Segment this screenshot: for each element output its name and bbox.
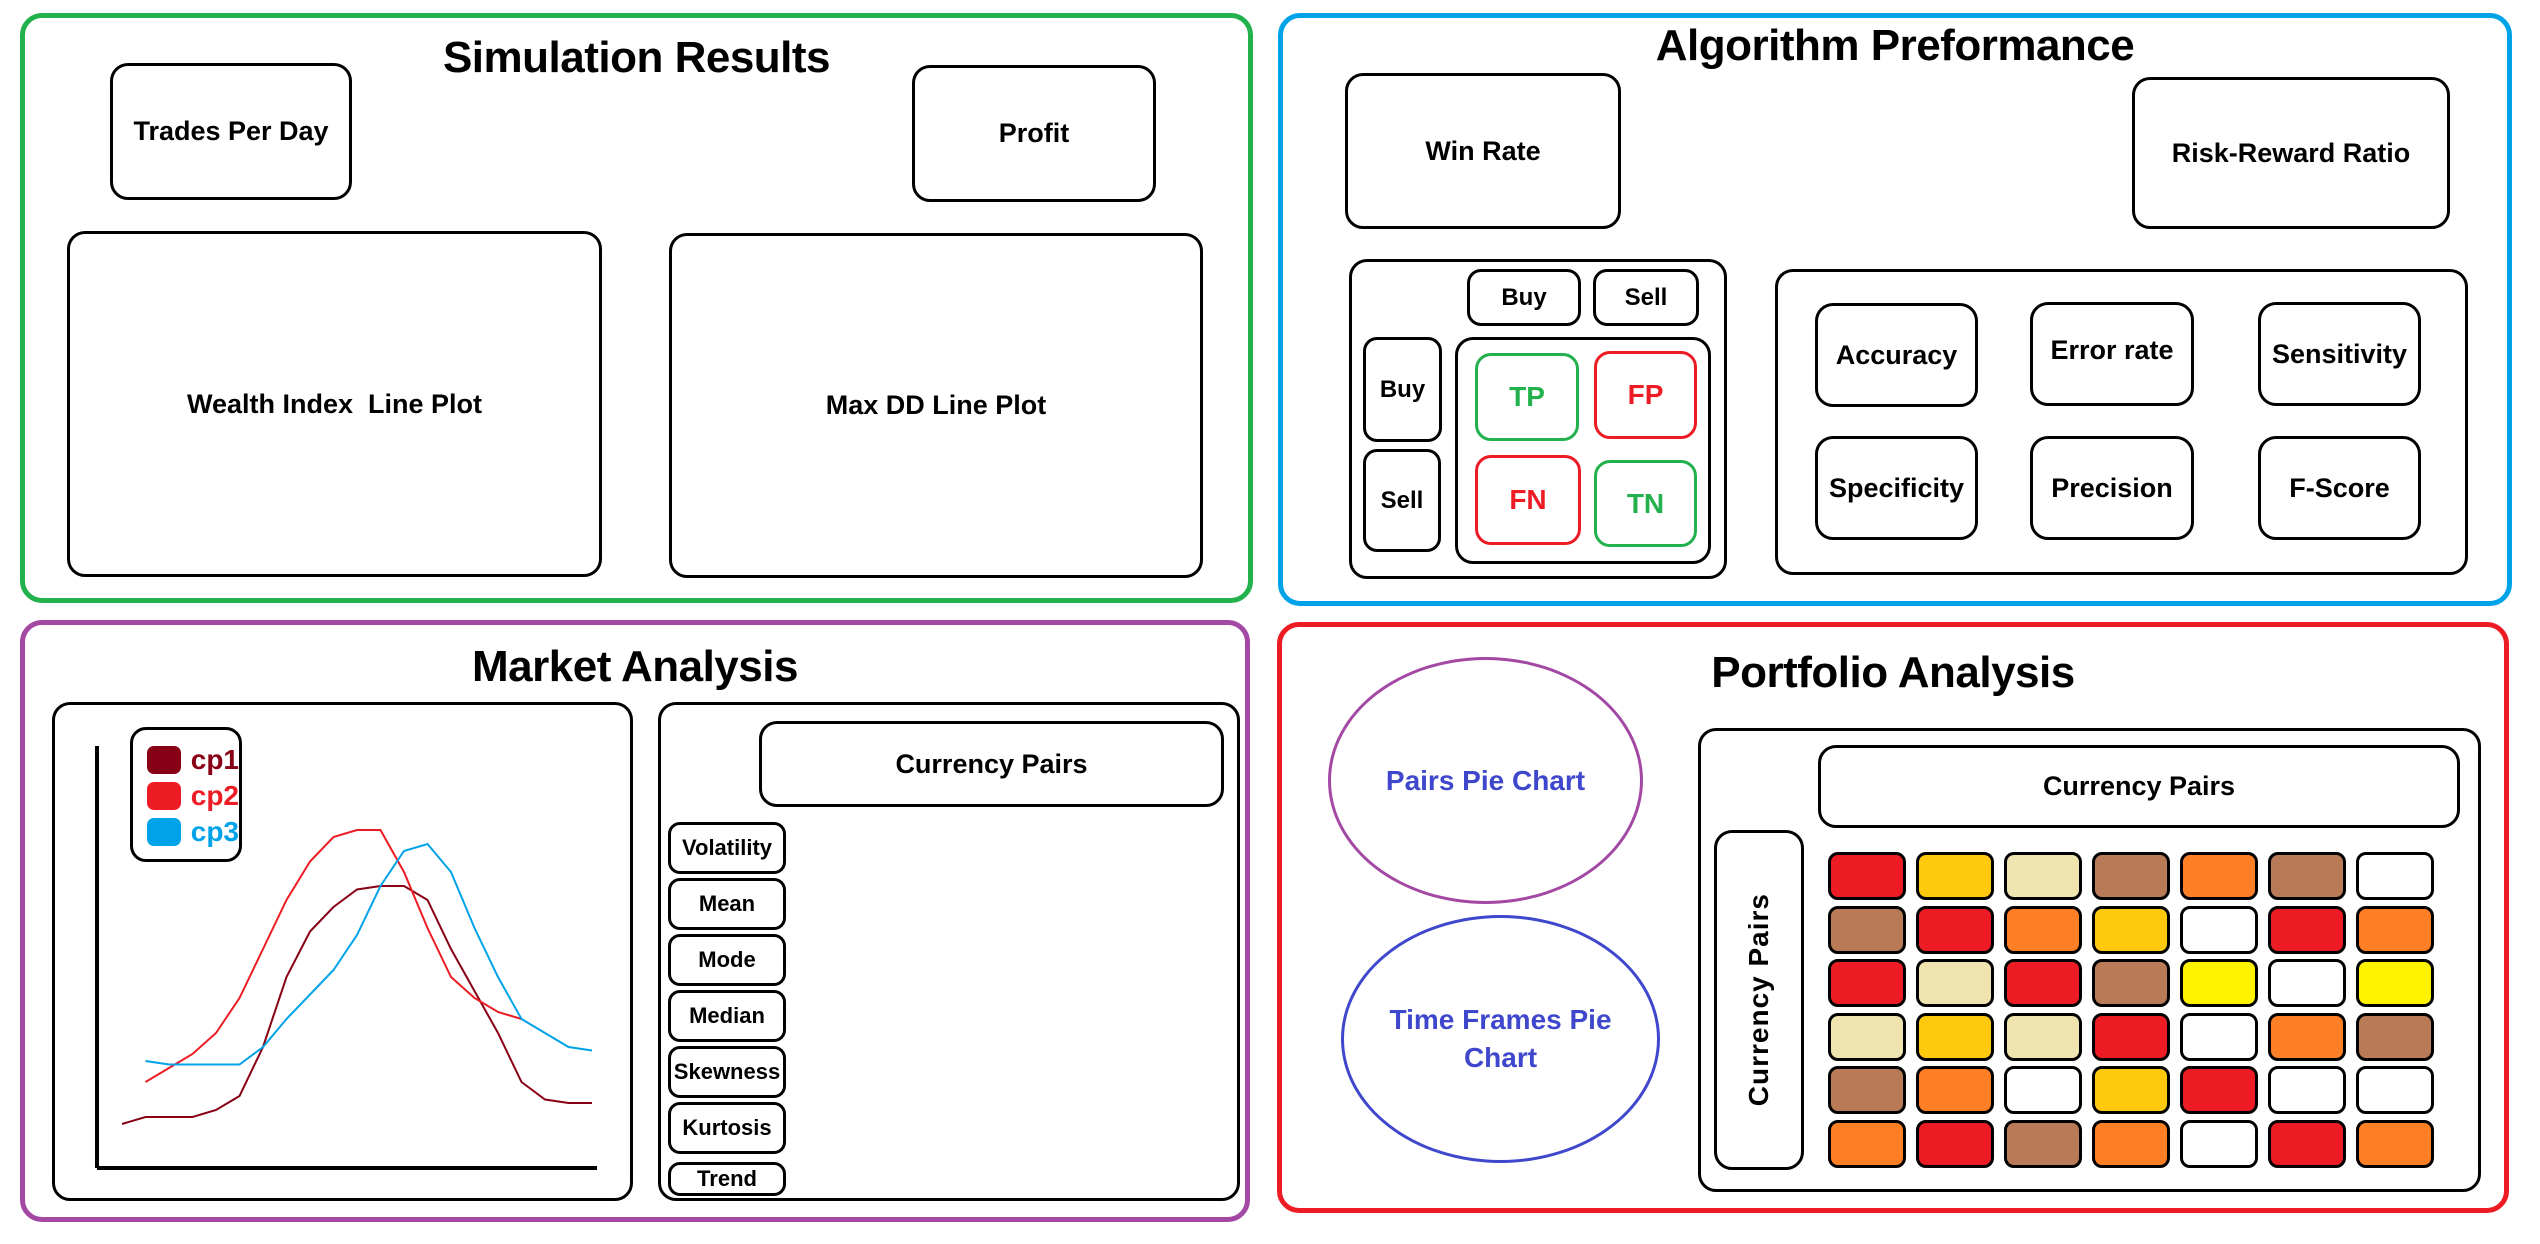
heatmap-cell[interactable] <box>2092 959 2170 1007</box>
heatmap-cell[interactable] <box>2268 1012 2346 1061</box>
market-line-chart-card: cp1 cp2 cp3 <box>52 702 633 1201</box>
heatmap-cell[interactable] <box>2004 1066 2082 1114</box>
heatmap-cell[interactable] <box>1828 1066 1906 1114</box>
metric-precision[interactable]: Precision <box>2030 436 2194 540</box>
heatmap-cell[interactable] <box>1828 1012 1906 1061</box>
confusion-col-header-sell: Sell <box>1593 269 1699 326</box>
heatmap-cell[interactable] <box>2356 905 2434 954</box>
heatmap-cell[interactable] <box>2268 852 2346 900</box>
metric-sensitivity[interactable]: Sensitivity <box>2258 302 2421 406</box>
heatmap-cell[interactable] <box>1916 1119 1994 1168</box>
legend-items: cp1 cp2 cp3 <box>147 742 239 850</box>
series-line-cp1 <box>121 885 592 1125</box>
trades-per-day-card[interactable]: Trades Per Day <box>110 63 352 200</box>
heatmap-cell[interactable] <box>2004 852 2082 900</box>
heatmap-cell[interactable] <box>2180 1012 2258 1061</box>
heatmap-cell[interactable] <box>1916 1012 1994 1061</box>
line-series-group <box>121 829 593 1125</box>
stat-trend[interactable]: Trend <box>668 1162 786 1196</box>
heatmap-cell[interactable] <box>2268 1119 2346 1168</box>
stat-skewness[interactable]: Skewness <box>668 1046 786 1098</box>
stat-kurtosis[interactable]: Kurtosis <box>668 1102 786 1154</box>
legend-item-cp2[interactable]: cp2 <box>147 778 239 814</box>
legend-item-cp3[interactable]: cp3 <box>147 814 239 850</box>
heatmap-cell[interactable] <box>2180 852 2258 900</box>
heatmap-cell[interactable] <box>1828 1119 1906 1168</box>
heatmap-cell[interactable] <box>2004 959 2082 1007</box>
heatmap-row-header-label: Currency Pairs <box>1743 893 1774 1107</box>
heatmap-cell[interactable] <box>2004 905 2082 954</box>
metric-specificity[interactable]: Specificity <box>1815 436 1978 540</box>
legend-item-cp1[interactable]: cp1 <box>147 742 239 778</box>
heatmap-cell[interactable] <box>2268 1066 2346 1114</box>
chart-legend: cp1 cp2 cp3 <box>130 727 242 862</box>
heatmap-cell[interactable] <box>2356 1066 2434 1114</box>
heatmap-cell[interactable] <box>2180 959 2258 1007</box>
heatmap-cell[interactable] <box>2180 905 2258 954</box>
heatmap-cell[interactable] <box>2356 1012 2434 1061</box>
max-dd-line-plot: Max DD Line Plot <box>669 233 1203 578</box>
confusion-cell-fp[interactable]: FP <box>1594 351 1697 439</box>
legend-swatch-cp1 <box>147 746 181 774</box>
stats-currency-pairs-header[interactable]: Currency Pairs <box>759 721 1224 807</box>
metric-f-score[interactable]: F-Score <box>2258 436 2421 540</box>
stat-mode[interactable]: Mode <box>668 934 786 986</box>
pairs-pie-chart[interactable]: Pairs Pie Chart <box>1328 657 1643 904</box>
metric-accuracy[interactable]: Accuracy <box>1815 303 1978 407</box>
heatmap-cell[interactable] <box>2092 1066 2170 1114</box>
series-line-cp2 <box>144 829 522 1083</box>
win-rate-card[interactable]: Win Rate <box>1345 73 1621 229</box>
confusion-cell-tp[interactable]: TP <box>1475 353 1579 441</box>
legend-swatch-cp3 <box>147 818 181 846</box>
metric-error-rate[interactable]: Error rate <box>2030 302 2194 406</box>
confusion-col-header-buy: Buy <box>1467 269 1581 326</box>
confusion-cell-fn[interactable]: FN <box>1475 455 1581 545</box>
market-analysis-title: Market Analysis <box>472 642 798 691</box>
legend-swatch-cp2 <box>147 782 181 810</box>
heatmap-row-header[interactable]: Currency Pairs <box>1714 830 1804 1170</box>
stat-mean[interactable]: Mean <box>668 878 786 930</box>
heatmap-cell[interactable] <box>2092 852 2170 900</box>
legend-label-cp2: cp2 <box>190 780 239 811</box>
heatmap-cell[interactable] <box>1828 852 1906 900</box>
wealth-index-line-plot: Wealth Index Line Plot <box>67 231 602 577</box>
legend-label-cp3: cp3 <box>190 816 239 847</box>
confusion-row-header-buy: Buy <box>1363 337 1442 442</box>
profit-card[interactable]: Profit <box>912 65 1156 202</box>
heatmap-cell[interactable] <box>2268 905 2346 954</box>
heatmap-cell[interactable] <box>2356 1119 2434 1168</box>
heatmap-column-header[interactable]: Currency Pairs <box>1818 745 2460 828</box>
heatmap-cell[interactable] <box>2092 1012 2170 1061</box>
heatmap-cell[interactable] <box>2004 1119 2082 1168</box>
heatmap-cell[interactable] <box>1916 852 1994 900</box>
risk-reward-ratio-card[interactable]: Risk-Reward Ratio <box>2132 77 2450 229</box>
confusion-cell-tn[interactable]: TN <box>1594 460 1697 547</box>
heatmap-cell[interactable] <box>2180 1066 2258 1114</box>
heatmap-cell[interactable] <box>2092 1119 2170 1168</box>
stat-median[interactable]: Median <box>668 990 786 1042</box>
heatmap-cell[interactable] <box>1828 959 1906 1007</box>
heatmap-cell[interactable] <box>2180 1119 2258 1168</box>
series-line-cp3 <box>145 842 593 1066</box>
legend-label-cp1: cp1 <box>190 744 239 775</box>
confusion-row-header-sell: Sell <box>1363 449 1441 552</box>
heatmap-cell[interactable] <box>1916 905 1994 954</box>
heatmap-cell[interactable] <box>1828 905 1906 954</box>
heatmap-cell[interactable] <box>2268 959 2346 1007</box>
heatmap-cell[interactable] <box>1916 959 1994 1007</box>
algorithm-performance-title: Algorithm Preformance <box>1655 21 2135 70</box>
heatmap-cell[interactable] <box>2092 905 2170 954</box>
heatmap-cell[interactable] <box>2356 852 2434 900</box>
heatmap-cell[interactable] <box>1916 1066 1994 1114</box>
stat-volatility[interactable]: Volatility <box>668 822 786 874</box>
heatmap-cell[interactable] <box>2004 1012 2082 1061</box>
heatmap-cell[interactable] <box>2356 959 2434 1007</box>
time-frames-pie-chart[interactable]: Time Frames Pie Chart <box>1341 915 1660 1163</box>
